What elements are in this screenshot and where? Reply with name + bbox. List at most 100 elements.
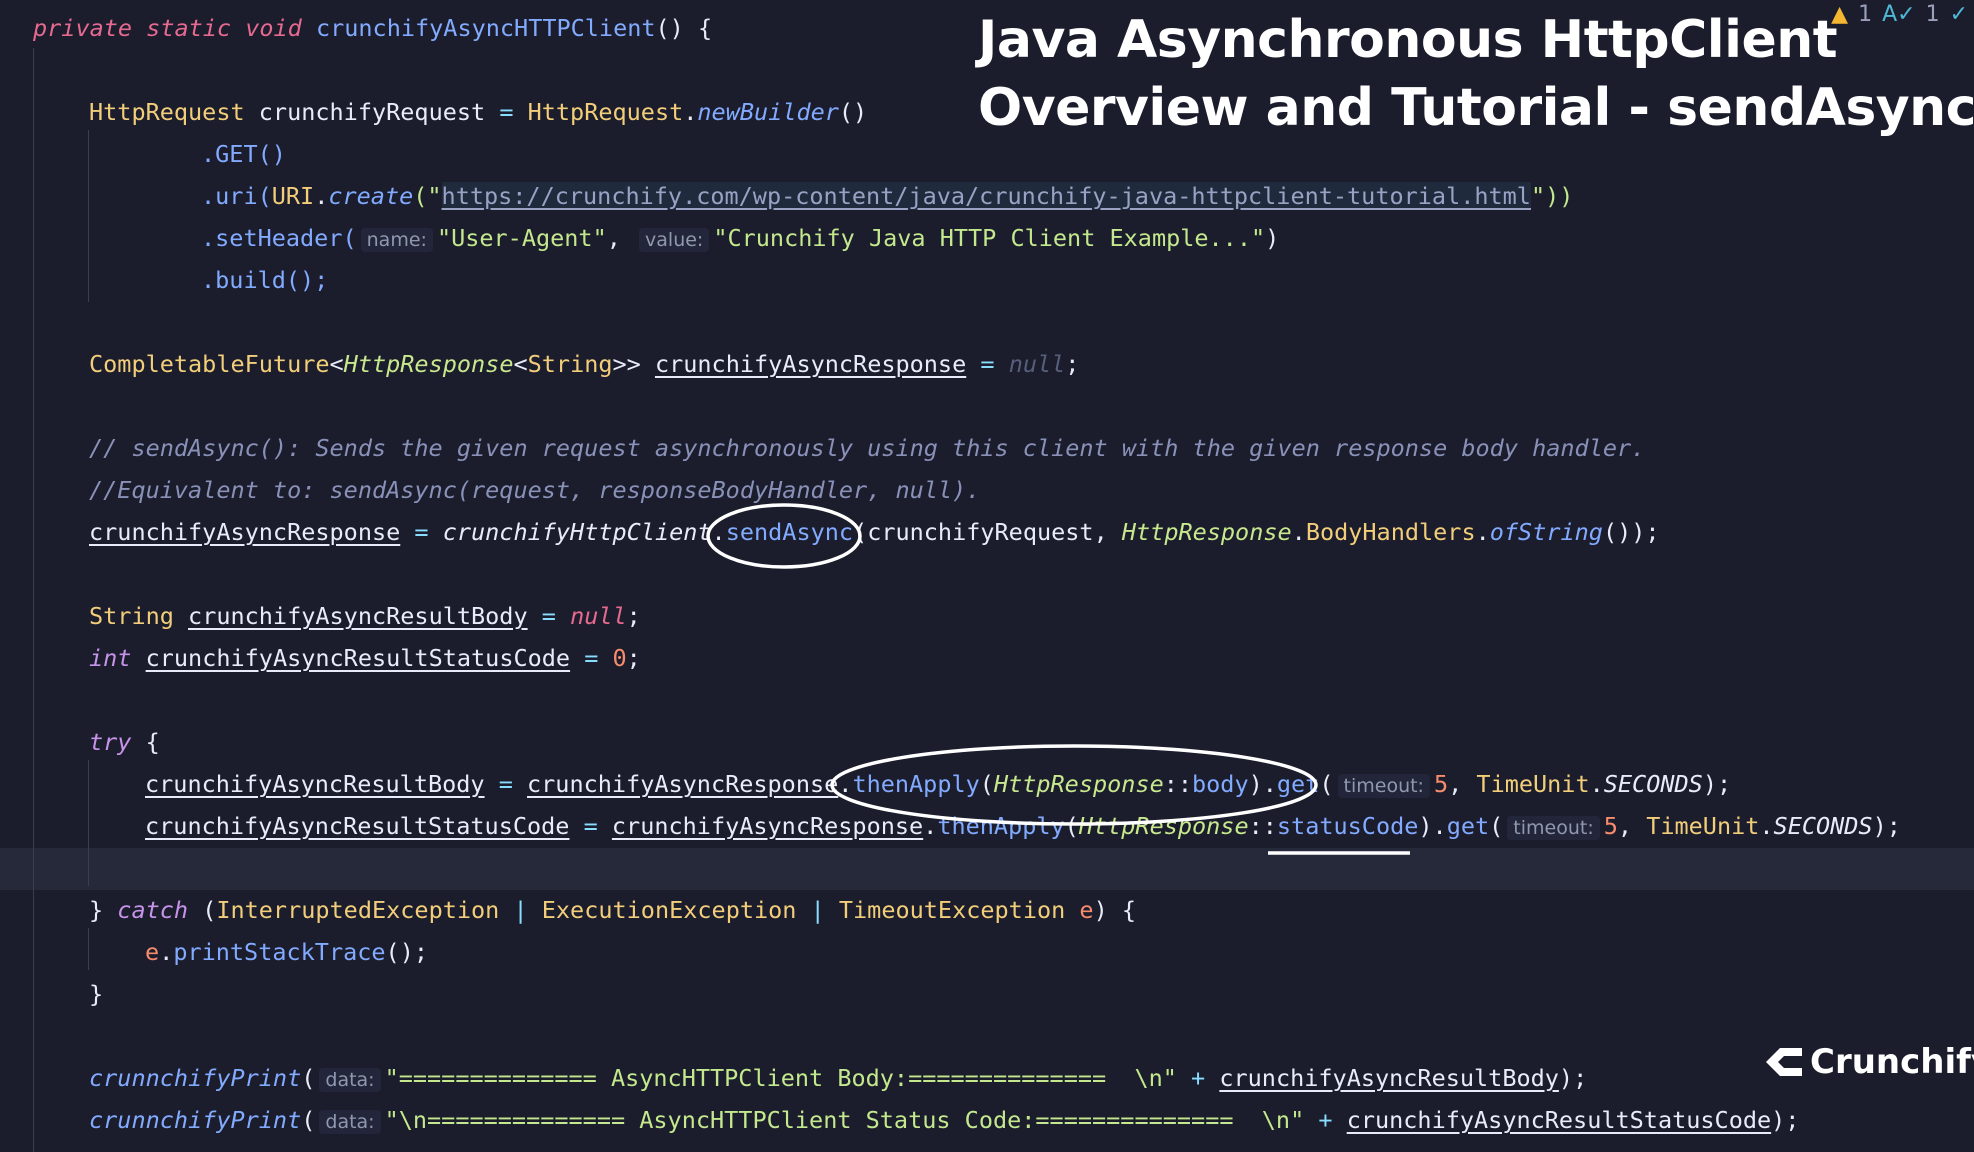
token: crunchifyHttpClient — [442, 518, 712, 546]
code-line-10[interactable]: crunchifyAsyncResponse = crunchifyHttpCl… — [89, 512, 1660, 552]
token: ) { — [1093, 896, 1137, 924]
typos-count: 1 — [1925, 2, 1940, 27]
tutorial-url-link[interactable]: https://crunchify.com/wp-content/java/cr… — [441, 182, 1531, 210]
token: catch — [117, 896, 189, 924]
token: HttpRequest — [513, 98, 684, 126]
token: ); — [1872, 812, 1901, 840]
token: . — [838, 770, 853, 798]
inspection-status[interactable]: ▲ 1 A✓ 1 ✓ — [1831, 2, 1968, 27]
variable: crunchifyAsyncResponse — [654, 350, 967, 378]
token: BodyHandlers — [1305, 518, 1476, 546]
token: 5 — [1433, 770, 1449, 798]
code-line-1[interactable]: private static void crunchifyAsyncHTTPCl… — [33, 8, 712, 48]
spellcheck-icon: A✓ — [1882, 2, 1916, 27]
token: InterruptedException — [216, 896, 500, 924]
token: ); — [1771, 1106, 1800, 1134]
code-comment-2[interactable]: //Equivalent to: sendAsync(request, resp… — [89, 470, 980, 510]
token: create — [328, 182, 414, 210]
token: SECONDS — [1603, 770, 1703, 798]
token: } — [89, 980, 104, 1008]
token: (crunchifyRequest, — [853, 518, 1122, 546]
crunchify-c-icon — [1766, 1048, 1802, 1076]
token: String — [527, 350, 613, 378]
token: . — [923, 812, 938, 840]
code-line-12[interactable]: int crunchifyAsyncResultStatusCode = 0; — [89, 638, 641, 678]
token: "Crunchify Java HTTP Client Example..." — [713, 224, 1266, 252]
token: . — [1291, 518, 1306, 546]
token: = — [400, 518, 443, 546]
code-line-20[interactable]: crunnchifyPrint(data: "\n============== A… — [89, 1100, 1799, 1140]
token: "User-Agent" — [436, 224, 607, 252]
token: .GET() — [201, 140, 286, 168]
parameter-hint: timeout: — [1507, 816, 1600, 840]
variable: crunchifyAsyncResultBody — [1219, 1064, 1559, 1092]
token: . — [1589, 770, 1604, 798]
code-line-16[interactable]: } catch (InterruptedException | Executio… — [89, 890, 1136, 930]
indent-guide — [88, 130, 89, 302]
token: ) — [1265, 224, 1280, 252]
token: HttpRequest — [89, 98, 245, 126]
token: crunchifyRequest — [244, 98, 500, 126]
token: . — [1759, 812, 1774, 840]
code-line-5[interactable]: .setHeader(name: "User-Agent", value: "Cru… — [201, 218, 1279, 258]
token: < — [513, 350, 528, 378]
token: , — [1448, 770, 1477, 798]
code-comment-1[interactable]: // sendAsync(): Sends the given request … — [89, 428, 1645, 468]
token: ( — [1489, 812, 1504, 840]
token: ); — [1702, 770, 1732, 798]
code-line-13[interactable]: try { — [89, 722, 160, 762]
token: TimeoutException — [838, 896, 1066, 924]
token: | — [499, 896, 542, 924]
token: ( — [979, 770, 994, 798]
token: + — [1304, 1106, 1347, 1134]
page-title-line-2: Overview and Tutorial - sendAsync() — [978, 78, 1974, 138]
token: ; — [626, 602, 641, 630]
token: null — [570, 602, 627, 630]
token: int — [89, 644, 132, 672]
token: .uri( — [201, 182, 272, 210]
token: TimeUnit — [1646, 812, 1760, 840]
code-line-19[interactable]: crunnchifyPrint(data: "============== Asy… — [89, 1058, 1587, 1098]
code-line-2[interactable]: HttpRequest crunchifyRequest = HttpReque… — [89, 92, 867, 132]
token: newBuilder — [697, 98, 839, 126]
token: try — [89, 728, 132, 756]
indent-guide — [33, 48, 34, 1152]
code-line-15[interactable]: crunchifyAsyncResultStatusCode = crunchi… — [145, 806, 1901, 846]
code-line-18[interactable]: } — [89, 974, 103, 1014]
token: String — [89, 602, 174, 630]
token: ")) — [1530, 182, 1574, 210]
token: ( — [301, 1106, 316, 1134]
crunchify-logo: Crunchify — [1762, 1042, 1974, 1082]
token: . — [159, 938, 174, 966]
parameter-hint: value: — [639, 228, 710, 252]
token: = — [484, 770, 528, 798]
code-line-14[interactable]: crunchifyAsyncResultBody = crunchifyAsyn… — [145, 764, 1731, 804]
token: "\n============== AsyncHTTPClient Status… — [384, 1106, 1305, 1134]
token: ( — [301, 1064, 316, 1092]
code-line-3[interactable]: .GET() — [201, 134, 286, 174]
parameter-hint: timeout: — [1337, 774, 1430, 798]
token: ( — [1319, 770, 1334, 798]
code-line-17[interactable]: e.printStackTrace(); — [145, 932, 428, 972]
token: 0 — [612, 644, 627, 672]
variable: crunchifyAsyncResultBody — [188, 602, 528, 630]
current-line-highlight — [0, 848, 1974, 890]
token: = — [527, 602, 571, 630]
status-code-ref: statusCode — [1276, 812, 1419, 840]
code-line-7[interactable]: CompletableFuture<HttpResponse<String>> … — [89, 344, 1079, 384]
indent-guide — [88, 928, 89, 970]
code-line-6[interactable]: .build(); — [201, 260, 328, 300]
token: (" — [413, 182, 442, 210]
token: .build(); — [201, 266, 329, 294]
annotation-overlay — [706, 503, 1410, 855]
indent-guide — [88, 760, 89, 886]
variable: crunchifyAsyncResultStatusCode — [145, 812, 570, 840]
token: < — [329, 350, 344, 378]
code-line-11[interactable]: String crunchifyAsyncResultBody = null; — [89, 596, 641, 636]
token: = — [569, 812, 612, 840]
token: TimeUnit — [1476, 770, 1590, 798]
token: printStackTrace — [173, 938, 386, 966]
code-line-4[interactable]: .uri(URI.create("https://crunchify.com/w… — [201, 176, 1573, 216]
token: ). — [1418, 812, 1447, 840]
